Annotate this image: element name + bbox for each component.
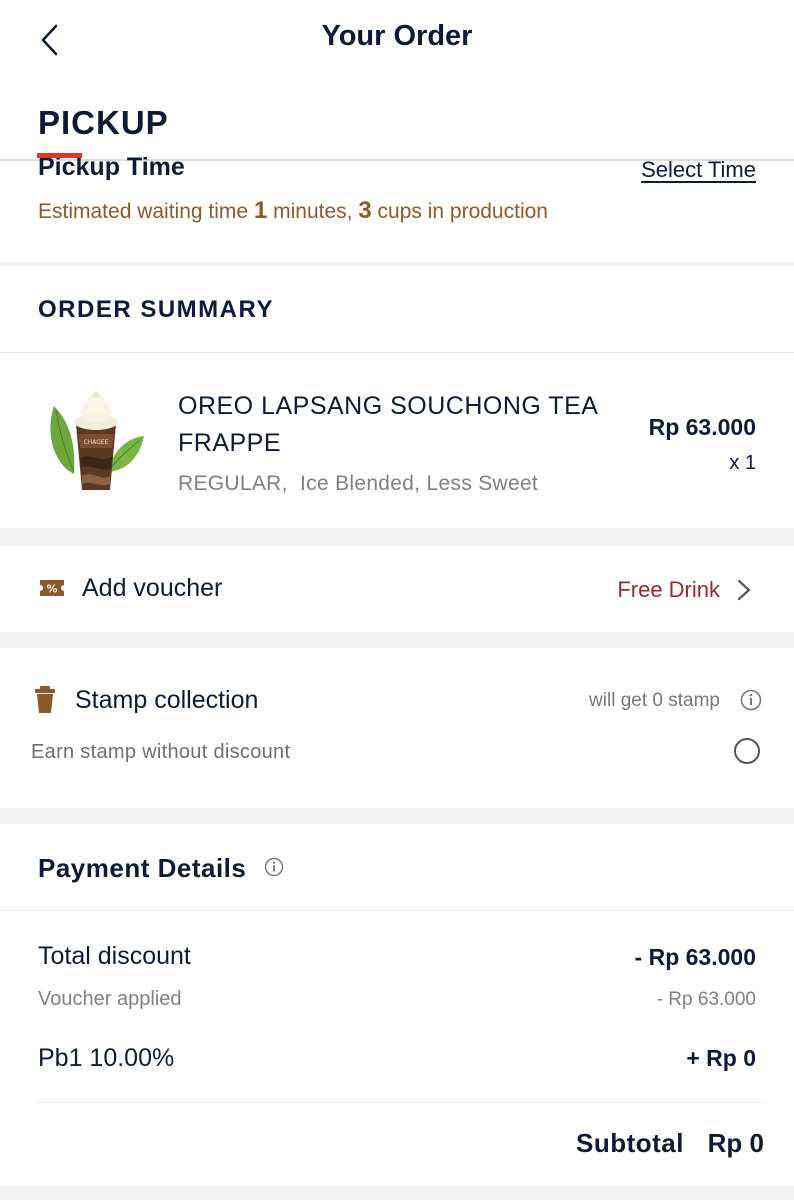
voucher-applied-label: Voucher applied bbox=[38, 988, 182, 1010]
estimate-minutes: 1 bbox=[253, 197, 268, 224]
estimate-prefix: Estimated waiting time bbox=[38, 200, 254, 223]
estimate-cups: 3 bbox=[358, 197, 372, 224]
earn-stamp-label: Earn stamp without discount bbox=[31, 741, 291, 763]
voucher-row[interactable]: % Add voucher Free Drink bbox=[0, 546, 794, 632]
order-summary-section: ORDER SUMMARY CHAGEE OREO LAPSANG SOUCHO… bbox=[0, 266, 794, 528]
total-discount-label: Total discount bbox=[38, 942, 191, 970]
add-voucher-label: Add voucher bbox=[82, 574, 223, 602]
voucher-applied-value: - Rp 63.000 bbox=[656, 989, 756, 1010]
stamp-collection-label: Stamp collection bbox=[75, 686, 259, 714]
earn-stamp-radio[interactable] bbox=[734, 738, 760, 764]
subtotal-label: Subtotal bbox=[576, 1128, 684, 1158]
cup-icon bbox=[34, 686, 56, 714]
stamp-count-text: will get 0 stamp bbox=[589, 690, 720, 711]
product-name: OREO LAPSANG SOUCHONG TEA FRAPPE bbox=[178, 392, 598, 457]
subtotal-value: Rp 0 bbox=[707, 1128, 764, 1158]
stamp-section: Stamp collection will get 0 stamp Earn s… bbox=[0, 648, 794, 808]
chevron-right-icon bbox=[736, 578, 752, 602]
order-summary-heading: ORDER SUMMARY bbox=[38, 296, 274, 323]
estimate-suffix: cups in production bbox=[371, 200, 548, 223]
tab-pickup[interactable]: PICKUP bbox=[38, 104, 169, 142]
tax-label: Pb1 10.00% bbox=[38, 1044, 175, 1072]
voucher-icon: % bbox=[38, 578, 66, 598]
estimated-wait-text: Estimated waiting time 1 minutes, 3 cups… bbox=[38, 197, 548, 225]
voucher-value: Free Drink bbox=[617, 577, 720, 602]
payment-details-section: Payment Details Total discount - Rp 63.0… bbox=[0, 824, 794, 1186]
page-title: Your Order bbox=[321, 20, 473, 52]
estimate-middle: minutes, bbox=[267, 200, 359, 223]
total-discount-value: - Rp 63.000 bbox=[634, 944, 756, 970]
active-tab-indicator bbox=[37, 153, 82, 158]
product-quantity: x 1 bbox=[729, 452, 756, 474]
select-time-link[interactable]: Select Time bbox=[641, 157, 756, 183]
svg-text:%: % bbox=[46, 583, 57, 596]
summary-divider bbox=[0, 352, 794, 353]
product-image: CHAGEE bbox=[46, 386, 146, 496]
info-icon[interactable] bbox=[264, 857, 284, 877]
product-options: REGULAR, Ice Blended, Less Sweet bbox=[178, 472, 539, 495]
cup-brand-text: CHAGEE bbox=[84, 439, 109, 446]
info-icon[interactable] bbox=[740, 689, 762, 711]
payment-details-heading: Payment Details bbox=[38, 853, 247, 883]
payment-divider bbox=[0, 910, 794, 911]
pickup-section: Your Order PICKUP Pickup Time Select Tim… bbox=[0, 0, 794, 262]
subtotal-divider bbox=[38, 1102, 766, 1103]
product-price: Rp 63.000 bbox=[648, 414, 756, 440]
tax-value: + Rp 0 bbox=[686, 1045, 756, 1071]
